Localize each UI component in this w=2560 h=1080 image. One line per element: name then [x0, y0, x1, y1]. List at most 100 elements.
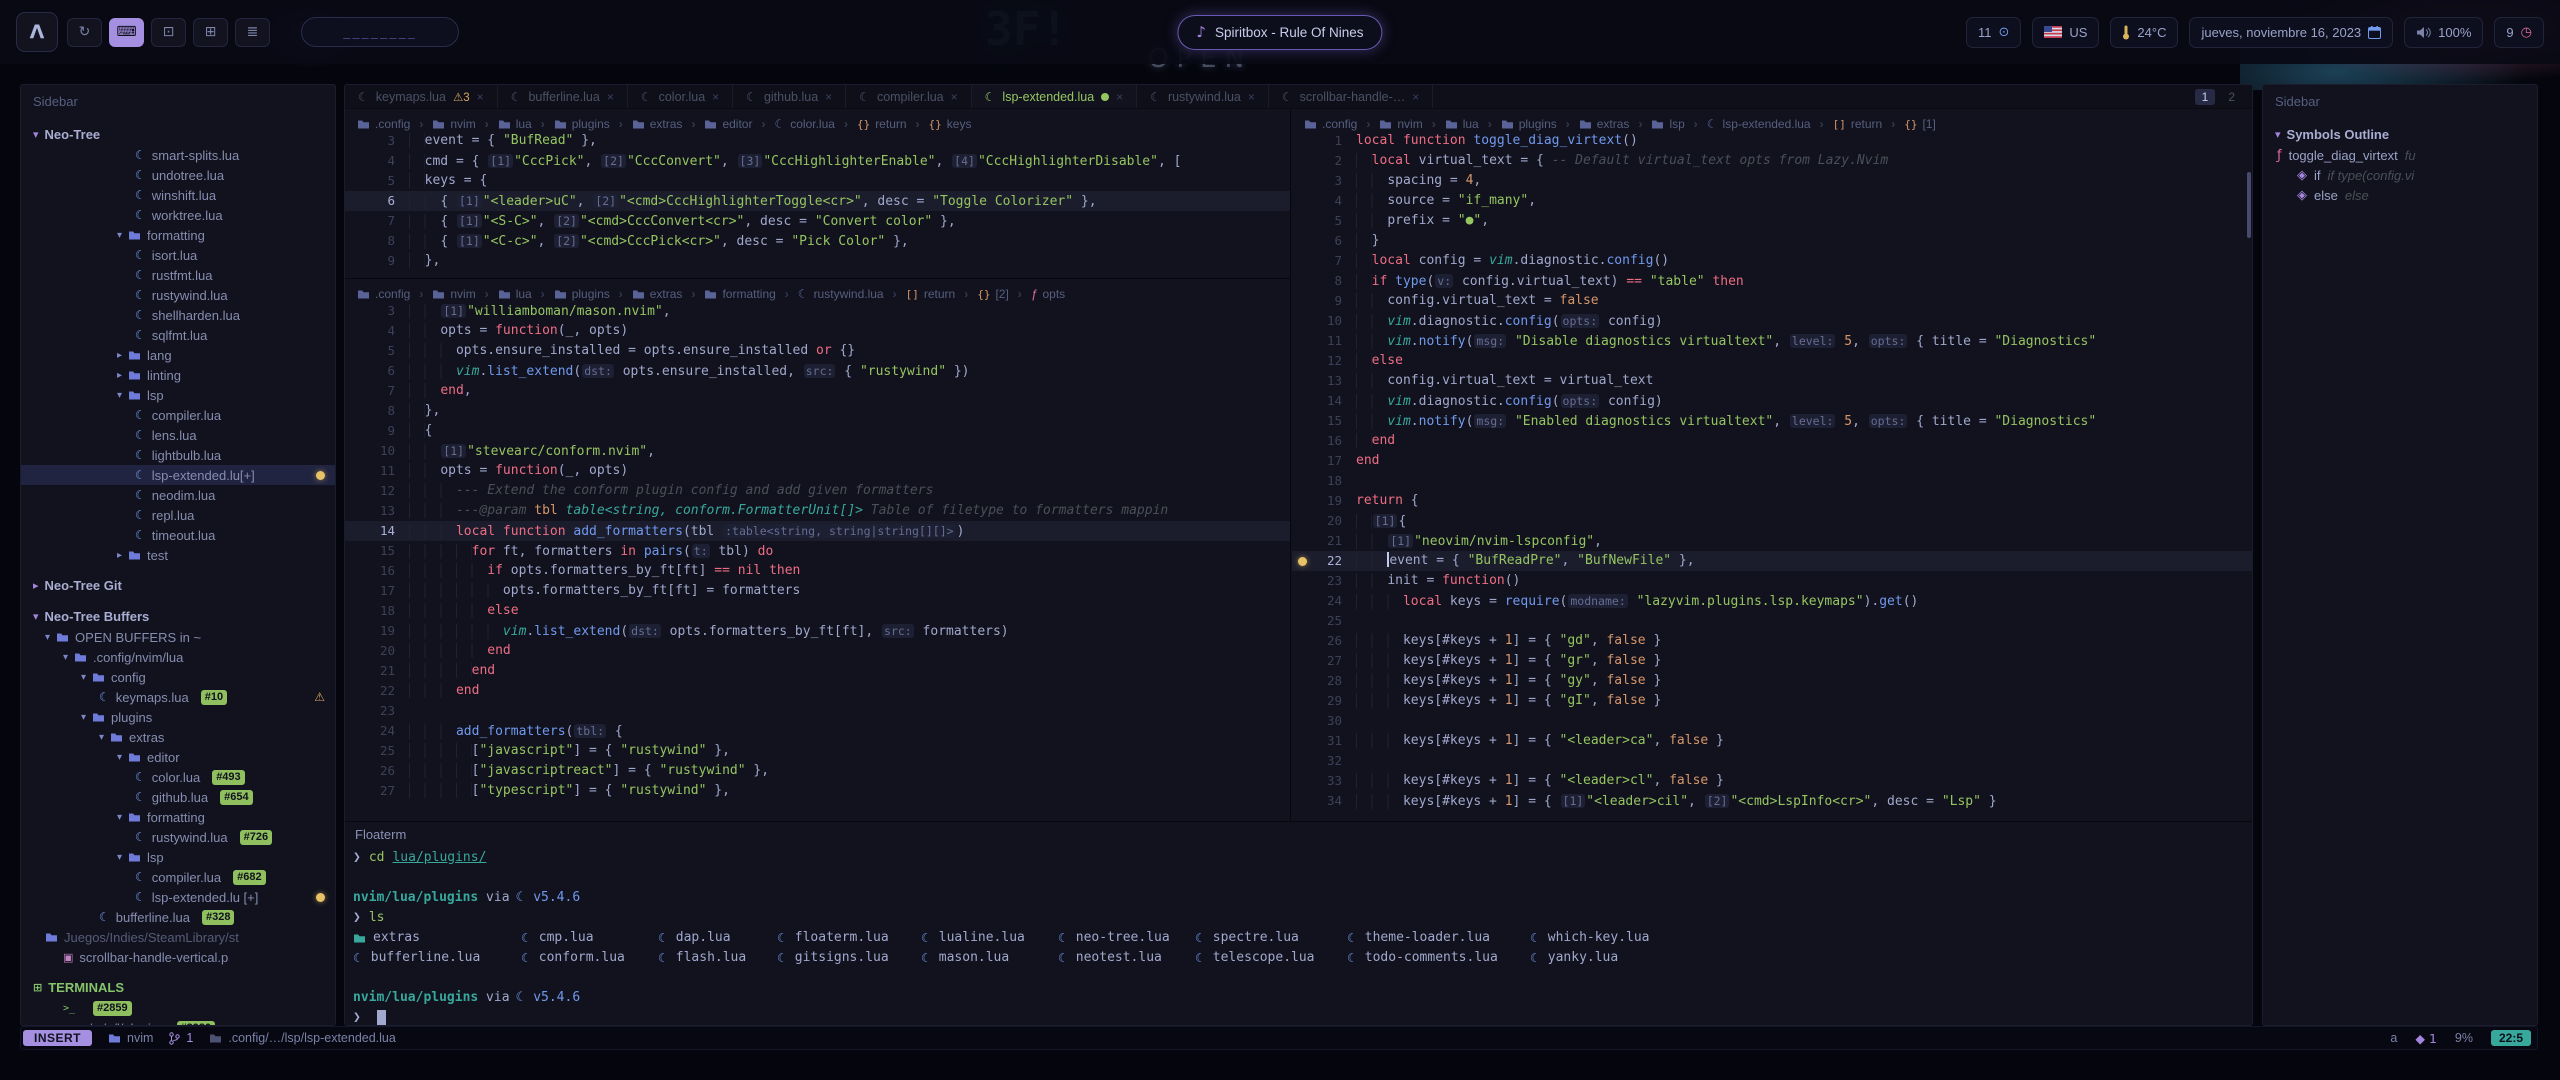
code-line-color-7[interactable]: 7 { [1]"<S-C>", [2]"<cmd>CccConvert<cr>"… — [345, 211, 1290, 231]
tree-item-bufferline-lua[interactable]: ☾bufferline.lua#328 — [21, 907, 335, 927]
tree-item-keymaps-lua[interactable]: ☾keymaps.lua#10⚠ — [21, 687, 335, 707]
code-line-lsp-10[interactable]: 10 vim.diagnostic.config(opts: config) — [1292, 311, 2253, 331]
breadcrumb-item-opts[interactable]: ƒopts — [1031, 287, 1065, 301]
scrollbar-thumb[interactable] — [2247, 172, 2251, 238]
code-line-lsp-31[interactable]: 31 keys[#keys + 1] = { "<leader>ca", fal… — [1292, 731, 2253, 751]
breadcrumb-item-plugins[interactable]: plugins — [554, 117, 610, 131]
code-line-lsp-25[interactable]: 25 — [1292, 611, 2253, 631]
code-line-lsp-34[interactable]: 34 keys[#keys + 1] = { [1]"<leader>cil",… — [1292, 791, 2253, 811]
editor-pane-color[interactable]: .config›nvim›lua›plugins›extras›editor›☾… — [345, 109, 1291, 279]
code-line-rustywind-9[interactable]: 9 { — [345, 421, 1290, 441]
breadcrumb-item-lsp-extended-lua[interactable]: ☾lsp-extended.lua — [1707, 117, 1811, 131]
tree-item-repl-lua[interactable]: ☾repl.lua — [21, 505, 335, 525]
tree-item-rustywind-lua[interactable]: ☾rustywind.lua — [21, 285, 335, 305]
temperature-widget[interactable]: 24°C — [2110, 17, 2178, 48]
code-line-rustywind-11[interactable]: 11 opts = function(_, opts) — [345, 461, 1290, 481]
tree-item-2859[interactable]: >_#2859 — [21, 998, 335, 1018]
tree-item-rustfmt-lua[interactable]: ☾rustfmt.lua — [21, 265, 335, 285]
code-line-rustywind-16[interactable]: 16 if opts.formatters_by_ft[ft] == nil t… — [345, 561, 1290, 581]
code-line-lsp-32[interactable]: 32 — [1292, 751, 2253, 771]
tree-item-extras[interactable]: ▾extras — [21, 727, 335, 747]
breadcrumb-item-lua[interactable]: lua — [1445, 117, 1479, 131]
breadcrumb-item-return[interactable]: []return — [906, 287, 956, 301]
breadcrumb-item-2[interactable]: {}[2] — [977, 287, 1009, 301]
editor-pane-lsp-extended[interactable]: .config›nvim›lua›plugins›extras›lsp›☾lsp… — [1292, 109, 2253, 821]
tree-item-linting[interactable]: ▸linting — [21, 365, 335, 385]
code-line-lsp-20[interactable]: 20 [1]{ — [1292, 511, 2253, 531]
breadcrumb-item-extras[interactable]: extras — [632, 287, 683, 301]
code-line-rustywind-25[interactable]: 25 ["javascript"] = { "rustywind" }, — [345, 741, 1290, 761]
code-line-rustywind-17[interactable]: 17 opts.formatters_by_ft[ft] = formatter… — [345, 581, 1290, 601]
breadcrumb-item-return[interactable]: []return — [1833, 117, 1883, 131]
code-line-lsp-11[interactable]: 11 vim.notify(msg: "Disable diagnostics … — [1292, 331, 2253, 351]
breadcrumb-item-keys[interactable]: {}keys — [929, 117, 972, 131]
section-header-neo-tree[interactable]: ▾Neo-Tree — [21, 123, 335, 145]
clipboard-button[interactable]: ⊡ — [151, 18, 186, 47]
code-line-lsp-28[interactable]: 28 keys[#keys + 1] = { "gy", false } — [1292, 671, 2253, 691]
tree-item-lightbulb-lua[interactable]: ☾lightbulb.lua — [21, 445, 335, 465]
keyboard-layout-widget[interactable]: US — [2032, 17, 2099, 48]
keyboard-button[interactable]: ⌨ — [109, 18, 144, 47]
tab-keymaps-lua[interactable]: ☾keymaps.lua⚠3× — [345, 85, 498, 108]
date-widget[interactable]: jueves, noviembre 16, 2023 — [2189, 17, 2393, 48]
code-line-lsp-24[interactable]: 24 local keys = require(modname: "lazyvi… — [1292, 591, 2253, 611]
editor-pane-rustywind[interactable]: .config›nvim›lua›plugins›extras›formatti… — [345, 279, 1291, 821]
outline-item-else[interactable]: ◈elseelse — [2263, 185, 2537, 205]
breadcrumb-item-1[interactable]: {}[1] — [1904, 117, 1936, 131]
code-line-lsp-23[interactable]: 23 init = function() — [1292, 571, 2253, 591]
tree-item-plugins[interactable]: ▾plugins — [21, 707, 335, 727]
notes-button[interactable]: ≣ — [235, 18, 270, 47]
close-icon[interactable]: × — [951, 90, 958, 104]
close-icon[interactable]: × — [1116, 90, 1123, 104]
code-line-lsp-12[interactable]: 12 else — [1292, 351, 2253, 371]
code-line-lsp-15[interactable]: 15 vim.notify(msg: "Enabled diagnostics … — [1292, 411, 2253, 431]
code-line-lsp-3[interactable]: 3 spacing = 4, — [1292, 171, 2253, 191]
tree-item-rustywind-lua[interactable]: ☾rustywind.lua#726 — [21, 827, 335, 847]
tree-item-formatting[interactable]: ▾formatting — [21, 225, 335, 245]
terminal-line-8[interactable]: ❯ — [345, 1008, 2253, 1026]
tree-item-isort-lua[interactable]: ☾isort.lua — [21, 245, 335, 265]
code-line-lsp-33[interactable]: 33 keys[#keys + 1] = { "<leader>cl", fal… — [1292, 771, 2253, 791]
code-line-lsp-14[interactable]: 14 vim.diagnostic.config(opts: config) — [1292, 391, 2253, 411]
tree-item-compiler-lua[interactable]: ☾compiler.lua — [21, 405, 335, 425]
tree-item-lang[interactable]: ▸lang — [21, 345, 335, 365]
outline-item-if[interactable]: ◈ifif type(config.vi — [2263, 165, 2537, 185]
close-icon[interactable]: × — [825, 90, 832, 104]
code-line-rustywind-26[interactable]: 26 ["javascriptreact"] = { "rustywind" }… — [345, 761, 1290, 781]
breadcrumb-item-config[interactable]: .config — [357, 287, 410, 301]
breadcrumb-item-nvim[interactable]: nvim — [432, 117, 475, 131]
code-line-lsp-22[interactable]: 22 event = { "BufReadPre", "BufNewFile" … — [1292, 551, 2253, 571]
section-header-neo-tree-git[interactable]: ▸Neo-Tree Git — [21, 574, 335, 596]
outline-item-toggle-diag-virtext[interactable]: ƒtoggle_diag_virtextfu — [2263, 145, 2537, 165]
tab-bufferline-lua[interactable]: ☾bufferline.lua× — [498, 85, 628, 108]
breadcrumb-item-config[interactable]: .config — [357, 117, 410, 131]
workspaces-widget[interactable]: 11 ⊙ — [1966, 17, 2021, 48]
breadcrumb-item-nvim[interactable]: nvim — [1379, 117, 1422, 131]
tree-item-formatting[interactable]: ▾formatting — [21, 807, 335, 827]
tab-page-1[interactable]: 1 — [2195, 89, 2216, 105]
clock-widget[interactable]: 9 ◷ — [2494, 17, 2544, 48]
tree-item-worktree-lua[interactable]: ☾worktree.lua — [21, 205, 335, 225]
code-line-lsp-26[interactable]: 26 keys[#keys + 1] = { "gd", false } — [1292, 631, 2253, 651]
code-line-rustywind-5[interactable]: 5 opts.ensure_installed = opts.ensure_in… — [345, 341, 1290, 361]
code-line-lsp-1[interactable]: 1local function toggle_diag_virtext() — [1292, 131, 2253, 151]
tree-item-juegos-indies-steamlibrary-st[interactable]: Juegos/Indies/SteamLibrary/st — [21, 927, 335, 947]
code-line-rustywind-12[interactable]: 12 --- Extend the conform plugin config … — [345, 481, 1290, 501]
breadcrumb-item-return[interactable]: {}return — [857, 117, 907, 131]
code-line-lsp-7[interactable]: 7 local config = vim.diagnostic.config() — [1292, 251, 2253, 271]
tree-item-open-buffers-in[interactable]: ▾OPEN BUFFERS in ~ — [21, 627, 335, 647]
code-line-rustywind-13[interactable]: 13 ---@param tbl table<string, conform.F… — [345, 501, 1290, 521]
breadcrumb-item-rustywind-lua[interactable]: ☾rustywind.lua — [798, 287, 884, 301]
close-icon[interactable]: × — [1248, 90, 1255, 104]
code-line-color-9[interactable]: 9 }, — [345, 251, 1290, 271]
code-line-rustywind-14[interactable]: 14 local function add_formatters(tbl :ta… — [345, 521, 1290, 541]
tab-compiler-lua[interactable]: ☾compiler.lua× — [846, 85, 971, 108]
tab-lsp-extended-lua[interactable]: ☾lsp-extended.lua× — [972, 85, 1138, 108]
topbar-prompt-input[interactable]: ________ — [301, 17, 459, 47]
code-line-rustywind-21[interactable]: 21 end — [345, 661, 1290, 681]
code-line-rustywind-18[interactable]: 18 else — [345, 601, 1290, 621]
code-line-lsp-13[interactable]: 13 config.virtual_text = virtual_text — [1292, 371, 2253, 391]
breadcrumb-item-color-lua[interactable]: ☾color.lua — [774, 117, 834, 131]
code-line-lsp-30[interactable]: 30 — [1292, 711, 2253, 731]
tree-item-lsp[interactable]: ▾lsp — [21, 847, 335, 867]
